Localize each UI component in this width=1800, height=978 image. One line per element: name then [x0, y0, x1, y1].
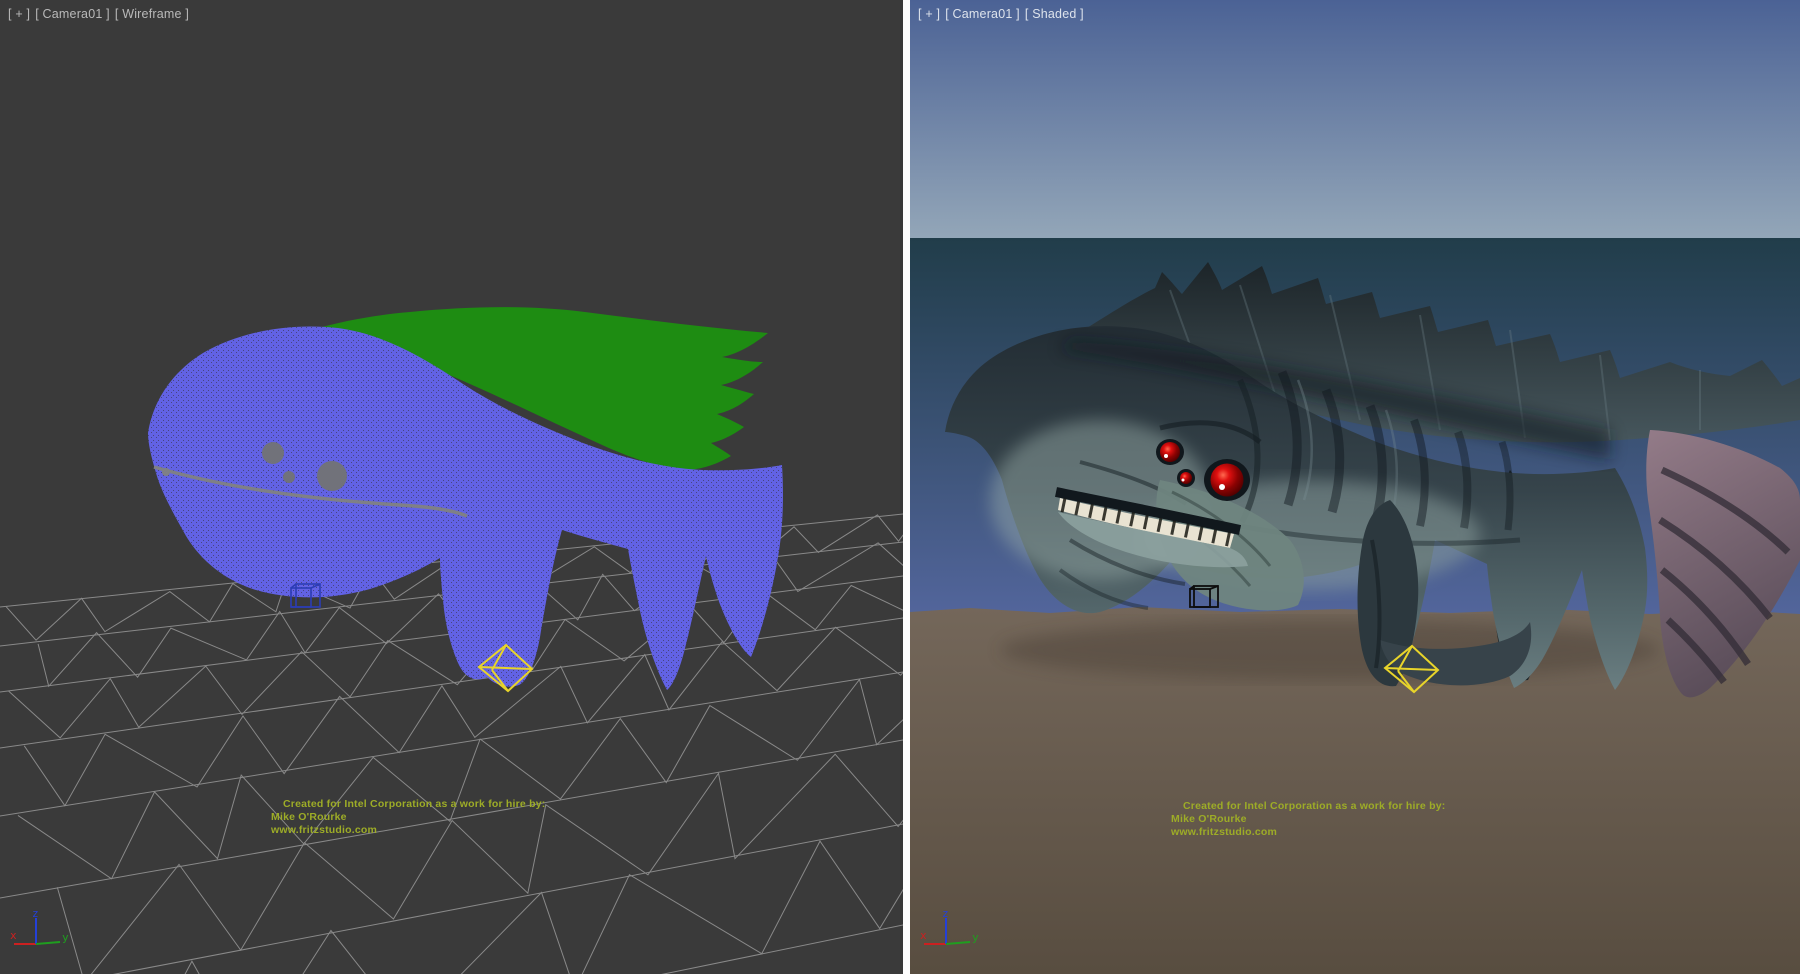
viewport-label-right: [ + ] [ Camera01 ] [ Shaded ] [918, 7, 1089, 21]
credit-text-block: Created for Intel Corporation as a work … [1171, 800, 1445, 839]
dual-viewport-stage: [ + ] [ Camera01 ] [ Wireframe ] Created f… [0, 0, 1800, 978]
viewport-menu-plus[interactable]: [ + ] [8, 7, 30, 21]
credit-text-block: Created for Intel Corporation as a work … [271, 798, 545, 837]
axis-y-label: y [972, 931, 979, 944]
credit-line-2: Mike O'Rourke [1171, 813, 1445, 826]
viewport-menu-camera[interactable]: [ Camera01 ] [35, 7, 110, 21]
axis-x-label: x [920, 929, 927, 942]
viewport-menu-shading[interactable]: [ Wireframe ] [115, 7, 189, 21]
fish-eye-tiny-red [1180, 472, 1192, 484]
viewport-wireframe[interactable]: [ + ] [ Camera01 ] [ Wireframe ] Created f… [0, 0, 903, 974]
viewport-menu-plus[interactable]: [ + ] [918, 7, 940, 21]
credit-line-2: Mike O'Rourke [271, 811, 545, 824]
fish-ground-shadow [1000, 620, 1660, 680]
credit-line-3: www.fritzstudio.com [271, 824, 545, 837]
sky-gradient [910, 0, 1800, 238]
fish-eye-large-wire [317, 461, 347, 491]
fish-eye-large-red [1211, 464, 1244, 497]
axis-z-label: z [942, 908, 949, 920]
viewport-menu-shading[interactable]: [ Shaded ] [1025, 7, 1084, 21]
axis-y-label: y [62, 931, 69, 944]
world-axis-gizmo: x z y [916, 908, 980, 958]
fish-mouth-corner-wire [162, 468, 170, 476]
axis-z-label: z [32, 908, 39, 920]
fish-eye-tiny-wire [283, 471, 295, 483]
viewport-shaded[interactable]: [ + ] [ Camera01 ] [ Shaded ] Created for … [910, 0, 1800, 974]
credit-line-3: www.fritzstudio.com [1171, 826, 1445, 839]
fish-eye-small-wire [262, 442, 284, 464]
credit-line-1: Created for Intel Corporation as a work … [271, 798, 545, 811]
viewport-label-left: [ + ] [ Camera01 ] [ Wireframe ] [8, 7, 194, 21]
fish-eye-small-red [1160, 442, 1180, 462]
world-axis-gizmo: x z y [6, 908, 70, 958]
viewport-menu-camera[interactable]: [ Camera01 ] [945, 7, 1020, 21]
credit-line-1: Created for Intel Corporation as a work … [1171, 800, 1445, 813]
axis-x-label: x [10, 929, 17, 942]
fish-model-wireframe[interactable] [148, 307, 783, 690]
